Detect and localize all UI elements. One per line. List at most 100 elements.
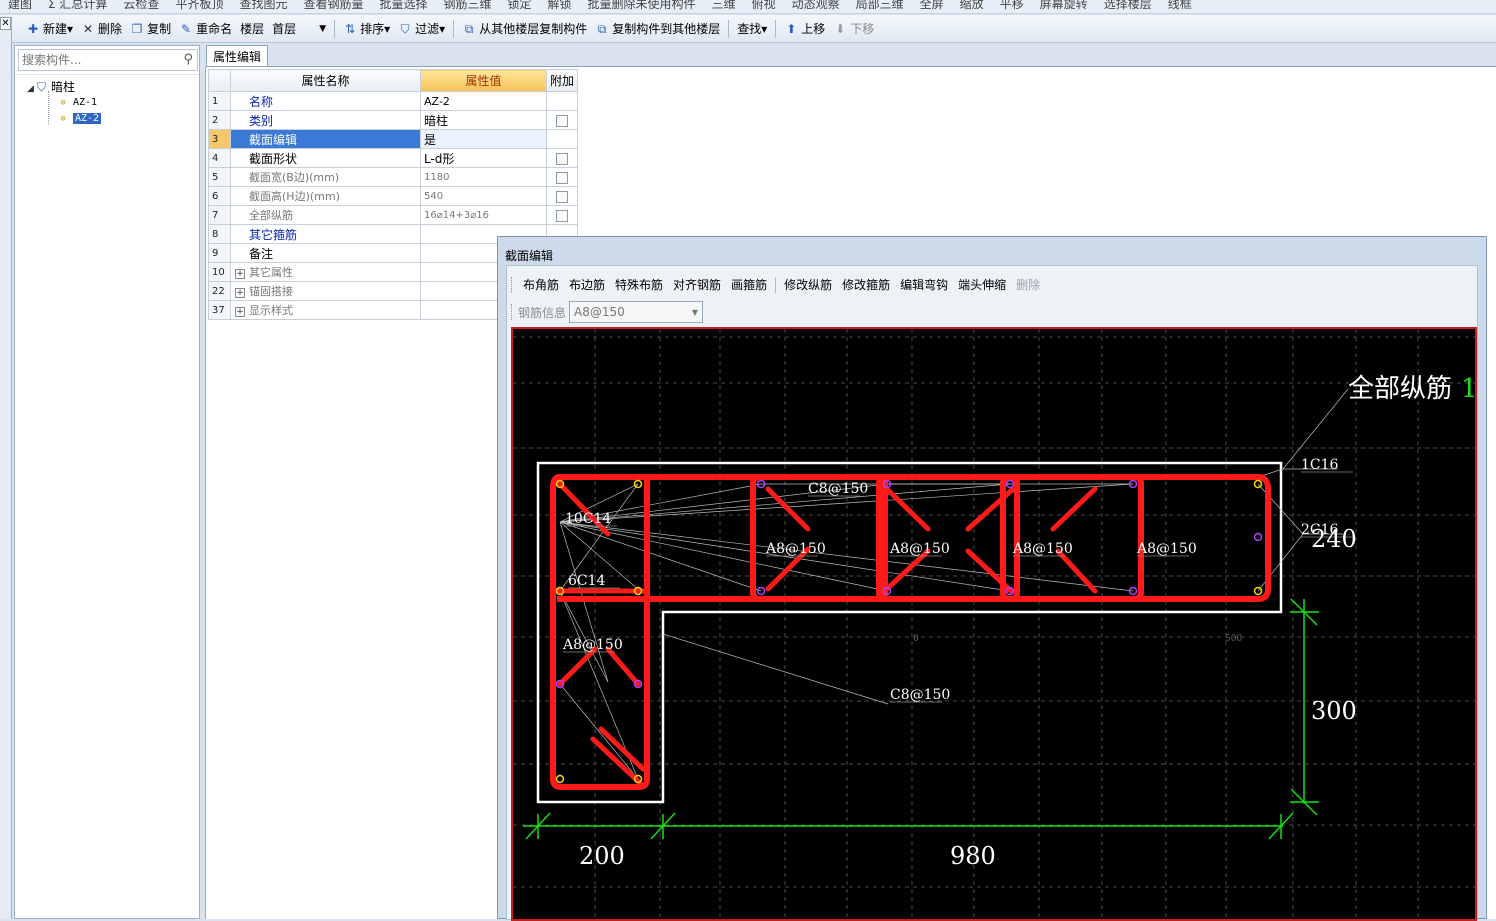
extra-checkbox[interactable] [556, 152, 568, 165]
top-menu-item[interactable]: 查找图元 [239, 0, 287, 10]
section-tool-button[interactable]: 布角筋 [518, 275, 564, 295]
all-longitudinal-label: 全部纵筋 [1348, 374, 1452, 404]
extra-checkbox[interactable] [556, 171, 568, 184]
top-menu-item[interactable]: 缩放 [960, 0, 984, 10]
section-drawing[interactable]: 0 5001C162C1610C146C14C8@150A8@150A8@150 A… [513, 329, 1475, 919]
top-menu-item[interactable]: 全屏 [920, 0, 944, 10]
rename-button[interactable]: ✎ 重命名 [175, 18, 236, 40]
top-menu-item[interactable]: 建图 [8, 0, 32, 10]
extra-checkbox[interactable] [556, 114, 568, 127]
property-row[interactable]: 5 截面宽(B边)(mm) 1180 [208, 167, 579, 187]
top-menu-item[interactable]: 选择楼层 [1104, 0, 1152, 10]
property-name-cell: + 其它属性 [230, 262, 421, 282]
find-button[interactable]: 查找 ▾ [733, 18, 771, 40]
property-value-cell[interactable]: L-d形 [420, 148, 547, 168]
extra-checkbox[interactable] [556, 209, 568, 222]
section-tool-button[interactable]: 布边筋 [564, 275, 610, 295]
tree-root[interactable]: ◢ ⛉ 暗柱 [15, 79, 199, 95]
move-up-button[interactable]: ⬆ 上移 [780, 18, 829, 40]
tree-item[interactable]: ✲ AZ-1 [15, 95, 199, 111]
section-tool-button[interactable]: 对齐钢筋 [668, 275, 726, 295]
top-menu-item[interactable]: 线框 [1168, 0, 1192, 10]
search-icon[interactable]: ⚲ [183, 52, 193, 67]
dimension-label: 300 [1311, 697, 1357, 725]
section-canvas[interactable]: 0 500 1C16 2C16 10C14 6C14 C8@150 A8@150 A8@150 A… [511, 327, 1477, 921]
top-menu-item[interactable]: 俯视 [752, 0, 776, 10]
extra-checkbox[interactable] [556, 190, 568, 203]
tie-hook [965, 486, 1016, 532]
rebar-label: A8@150 [1012, 541, 1073, 557]
property-value-cell[interactable]: 16⌀14+3⌀16 [420, 205, 547, 225]
property-value-cell[interactable]: 540 [420, 186, 547, 206]
extra-cell [545, 129, 579, 149]
top-menu-item[interactable]: 平移 [1000, 0, 1024, 10]
property-name-cell: 其它箍筋 [230, 224, 421, 244]
filter-button[interactable]: ⛉ 过滤 ▾ [394, 18, 449, 40]
row-number: 4 [208, 148, 231, 168]
copy-button[interactable]: ❐ 复制 [126, 18, 175, 40]
property-value-cell[interactable]: 是 [420, 129, 547, 149]
property-row[interactable]: 4 截面形状 L-d形 [208, 148, 579, 168]
row-number: 10 [208, 262, 231, 282]
tie-hook [884, 486, 931, 532]
expand-plus-icon[interactable]: + [235, 288, 245, 298]
property-name-cell: 名称 [230, 91, 421, 111]
top-menu-item[interactable]: 动态观察 [792, 0, 840, 10]
section-tool-button[interactable]: 修改箍筋 [837, 275, 895, 295]
copy-to-floor-icon: ⧉ [597, 21, 607, 36]
property-row[interactable]: 2 类别 暗柱 [208, 110, 579, 130]
top-menu-item[interactable]: 锁定 [508, 0, 532, 10]
property-value-cell[interactable]: 1180 [420, 167, 547, 187]
section-tool-button[interactable]: 修改纵筋 [779, 275, 837, 295]
top-menu-item[interactable]: 云检查 [123, 0, 159, 10]
collapsed-side-panel: ✕ [0, 17, 12, 919]
section-tool-button[interactable]: 删除 [1011, 275, 1045, 295]
section-tool-button[interactable]: 特殊布筋 [610, 275, 668, 295]
property-row[interactable]: 3 截面编辑是 [208, 129, 579, 149]
top-menu-item[interactable]: 三维 [712, 0, 736, 10]
move-down-button[interactable]: ⬇ 下移 [829, 18, 878, 40]
top-menu-item[interactable]: 批量选择 [379, 0, 427, 10]
top-menu-item[interactable]: 批量删除未使用构件 [588, 0, 696, 10]
search-input[interactable] [22, 53, 172, 67]
leader-line [559, 683, 639, 780]
expand-plus-icon[interactable]: + [235, 269, 245, 279]
top-menu-item[interactable]: 查看钢筋量 [303, 0, 363, 10]
property-value-cell[interactable]: AZ-2 [420, 91, 547, 111]
section-tool-button[interactable]: 端头伸缩 [953, 275, 1011, 295]
row-number: 5 [208, 167, 231, 187]
delete-button[interactable]: ✕ 删除 [77, 18, 126, 40]
tree-item-selected[interactable]: ✲ AZ-2 [15, 111, 199, 127]
property-row[interactable]: 7 全部纵筋 16⌀14+3⌀16 [208, 205, 579, 225]
tab-property-editor[interactable]: 属性编辑 [206, 45, 269, 66]
property-value-cell[interactable]: 暗柱 [420, 110, 547, 130]
new-button[interactable]: ✚ 新建 ▾ [22, 18, 77, 40]
property-row[interactable]: 1 名称 AZ-2 [208, 91, 579, 111]
top-menu-item[interactable]: 局部三维 [856, 0, 904, 10]
expand-plus-icon[interactable]: + [235, 307, 245, 317]
tie-hook [1050, 486, 1098, 532]
top-menu-item[interactable]: 屏幕旋转 [1040, 0, 1088, 10]
top-menu-item[interactable]: 钢筋三维 [444, 0, 492, 10]
top-menu-item[interactable]: 解锁 [548, 0, 572, 10]
extra-cell [545, 167, 579, 187]
top-menu-item[interactable]: Σ 汇总计算 [48, 0, 107, 10]
row-number: 37 [208, 300, 231, 320]
extra-cell [545, 148, 579, 168]
tab-strip: 属性编辑 [206, 45, 1496, 67]
filter-icon: ⛉ [400, 21, 410, 36]
tie-hook [605, 646, 641, 687]
copy-to-floor-button[interactable]: ⧉ 复制构件到其他楼层 [591, 18, 724, 40]
rebar-point [555, 774, 565, 784]
sort-button[interactable]: ⇅ 排序 ▾ [339, 18, 394, 40]
property-name-cell: 全部纵筋 [230, 205, 421, 225]
property-row[interactable]: 6 截面高(H边)(mm) 540 [208, 186, 579, 206]
floor-select[interactable]: 首层 ▼ [268, 20, 330, 38]
top-menu-item[interactable]: 平齐板顶 [175, 0, 223, 10]
copy-from-floor-button[interactable]: ⧉ 从其他楼层复制构件 [458, 18, 591, 40]
row-number: 3 [208, 129, 231, 149]
rebar-info-select[interactable]: A8@150 ▼ [569, 301, 704, 323]
section-tool-button[interactable]: 画箍筋 [726, 275, 772, 295]
close-panel-button[interactable]: ✕ [0, 17, 11, 30]
section-tool-button[interactable]: 编辑弯钩 [895, 275, 953, 295]
